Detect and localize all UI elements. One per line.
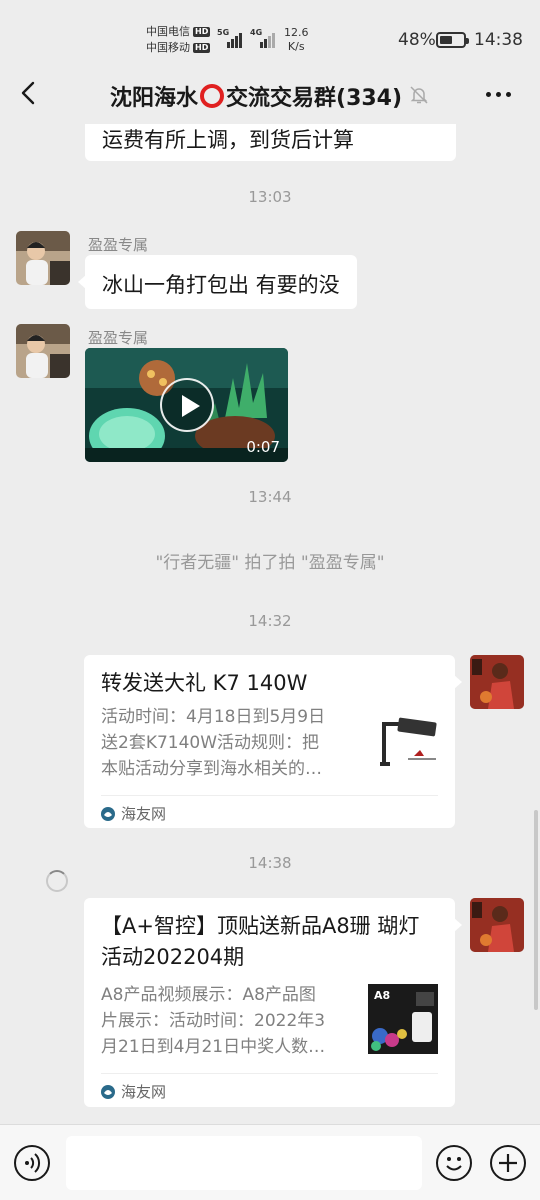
carrier-1: 中国电信	[146, 25, 190, 38]
red-circle-emoji	[200, 84, 225, 108]
card-thumbnail: A8	[368, 984, 438, 1054]
voice-button[interactable]	[14, 1145, 50, 1181]
carrier-info: 中国电信 HD 中国移动 HD	[146, 24, 211, 56]
network-speed: 12.6 K/s	[284, 26, 309, 53]
system-pat-message: "行者无疆" 拍了拍 "盈盈专属"	[155, 553, 385, 573]
card-description: 活动时间：4月18日到5月9日 送2套K7140W活动规则：把 本贴活动分享到海…	[101, 707, 326, 779]
plus-icon	[499, 1154, 517, 1172]
battery-percent: 48%	[398, 30, 436, 50]
back-button[interactable]	[14, 78, 44, 108]
more-dots-icon	[486, 91, 491, 97]
link-card[interactable]: 转发送大礼 K7 140W 活动时间：4月18日到5月9日 送2套K7140W活…	[84, 655, 462, 828]
source-logo-icon	[101, 806, 115, 821]
message-timestamp: 13:03	[248, 188, 292, 206]
card-description: A8产品视频展示：A8产品图 片展示：活动时间：2022年3 月21日到4月21…	[101, 985, 326, 1057]
chat-title: 沈阳海水 交流交易群(334)	[110, 84, 403, 111]
carrier-2: 中国移动	[146, 41, 190, 54]
card-title: 转发送大礼 K7 140W	[101, 671, 308, 695]
avatar[interactable]	[470, 655, 524, 709]
avatar[interactable]	[16, 231, 70, 285]
message-timestamp: 14:38	[248, 854, 292, 872]
battery-icon	[436, 32, 469, 48]
card-divider	[101, 795, 438, 796]
card-source: 海友网	[101, 1081, 166, 1102]
video-duration: 0:07	[246, 438, 280, 456]
video-message[interactable]: 0:07	[85, 348, 288, 462]
avatar[interactable]	[16, 324, 70, 378]
play-icon[interactable]	[160, 378, 214, 432]
message-input[interactable]	[66, 1136, 422, 1190]
plus-button[interactable]	[490, 1145, 526, 1181]
hd-badge: HD	[193, 43, 211, 53]
link-card[interactable]: 【A+智控】顶贴送新品A8珊 瑚灯 活动202204期 A8产品视频展示：A8产…	[84, 898, 462, 1107]
chat-header: 沈阳海水 交流交易群(334)	[0, 62, 540, 124]
hd-badge: HD	[193, 27, 211, 37]
card-thumbnail	[374, 712, 444, 774]
bell-off-icon	[408, 84, 430, 106]
status-time: 14:38	[474, 30, 523, 50]
message-bubble[interactable]: 冰山一角打包出 有要的没	[78, 255, 357, 309]
message-text: 冰山一角打包出 有要的没	[102, 273, 340, 297]
card-title: 【A+智控】顶贴送新品A8珊 瑚灯 活动202204期	[101, 914, 420, 969]
source-logo-icon	[101, 1084, 115, 1099]
sending-spinner-icon	[46, 870, 68, 892]
sender-name: 盈盈专属	[88, 236, 149, 254]
more-button[interactable]	[486, 84, 516, 104]
sender-name: 盈盈专属	[88, 329, 149, 347]
card-source: 海友网	[101, 803, 166, 824]
message-timestamp: 14:32	[248, 612, 292, 630]
emoji-button[interactable]	[436, 1145, 472, 1181]
message-text: 运费有所上调，到货后计算	[102, 128, 354, 152]
message-input-bar	[0, 1124, 540, 1200]
signal-icon	[227, 28, 242, 48]
voice-icon	[25, 1153, 41, 1173]
chat-scrollbar[interactable]	[534, 810, 538, 1010]
signal-icon	[260, 28, 275, 48]
card-divider	[101, 1073, 438, 1074]
message-timestamp: 13:44	[248, 488, 292, 506]
message-bubble[interactable]: 运费有所上调，到货后计算	[85, 124, 456, 161]
emoji-icon	[446, 1157, 462, 1171]
chevron-left-icon	[21, 81, 35, 105]
avatar[interactable]	[470, 898, 524, 952]
chat-messages[interactable]: 运费有所上调，到货后计算 13:03 盈盈专属 冰山一角打包出 有要的没 盈盈专…	[0, 124, 540, 1124]
status-bar: 中国电信 HD 中国移动 HD 5G 4G 12.6 K/s 48% 14:38	[0, 0, 540, 62]
